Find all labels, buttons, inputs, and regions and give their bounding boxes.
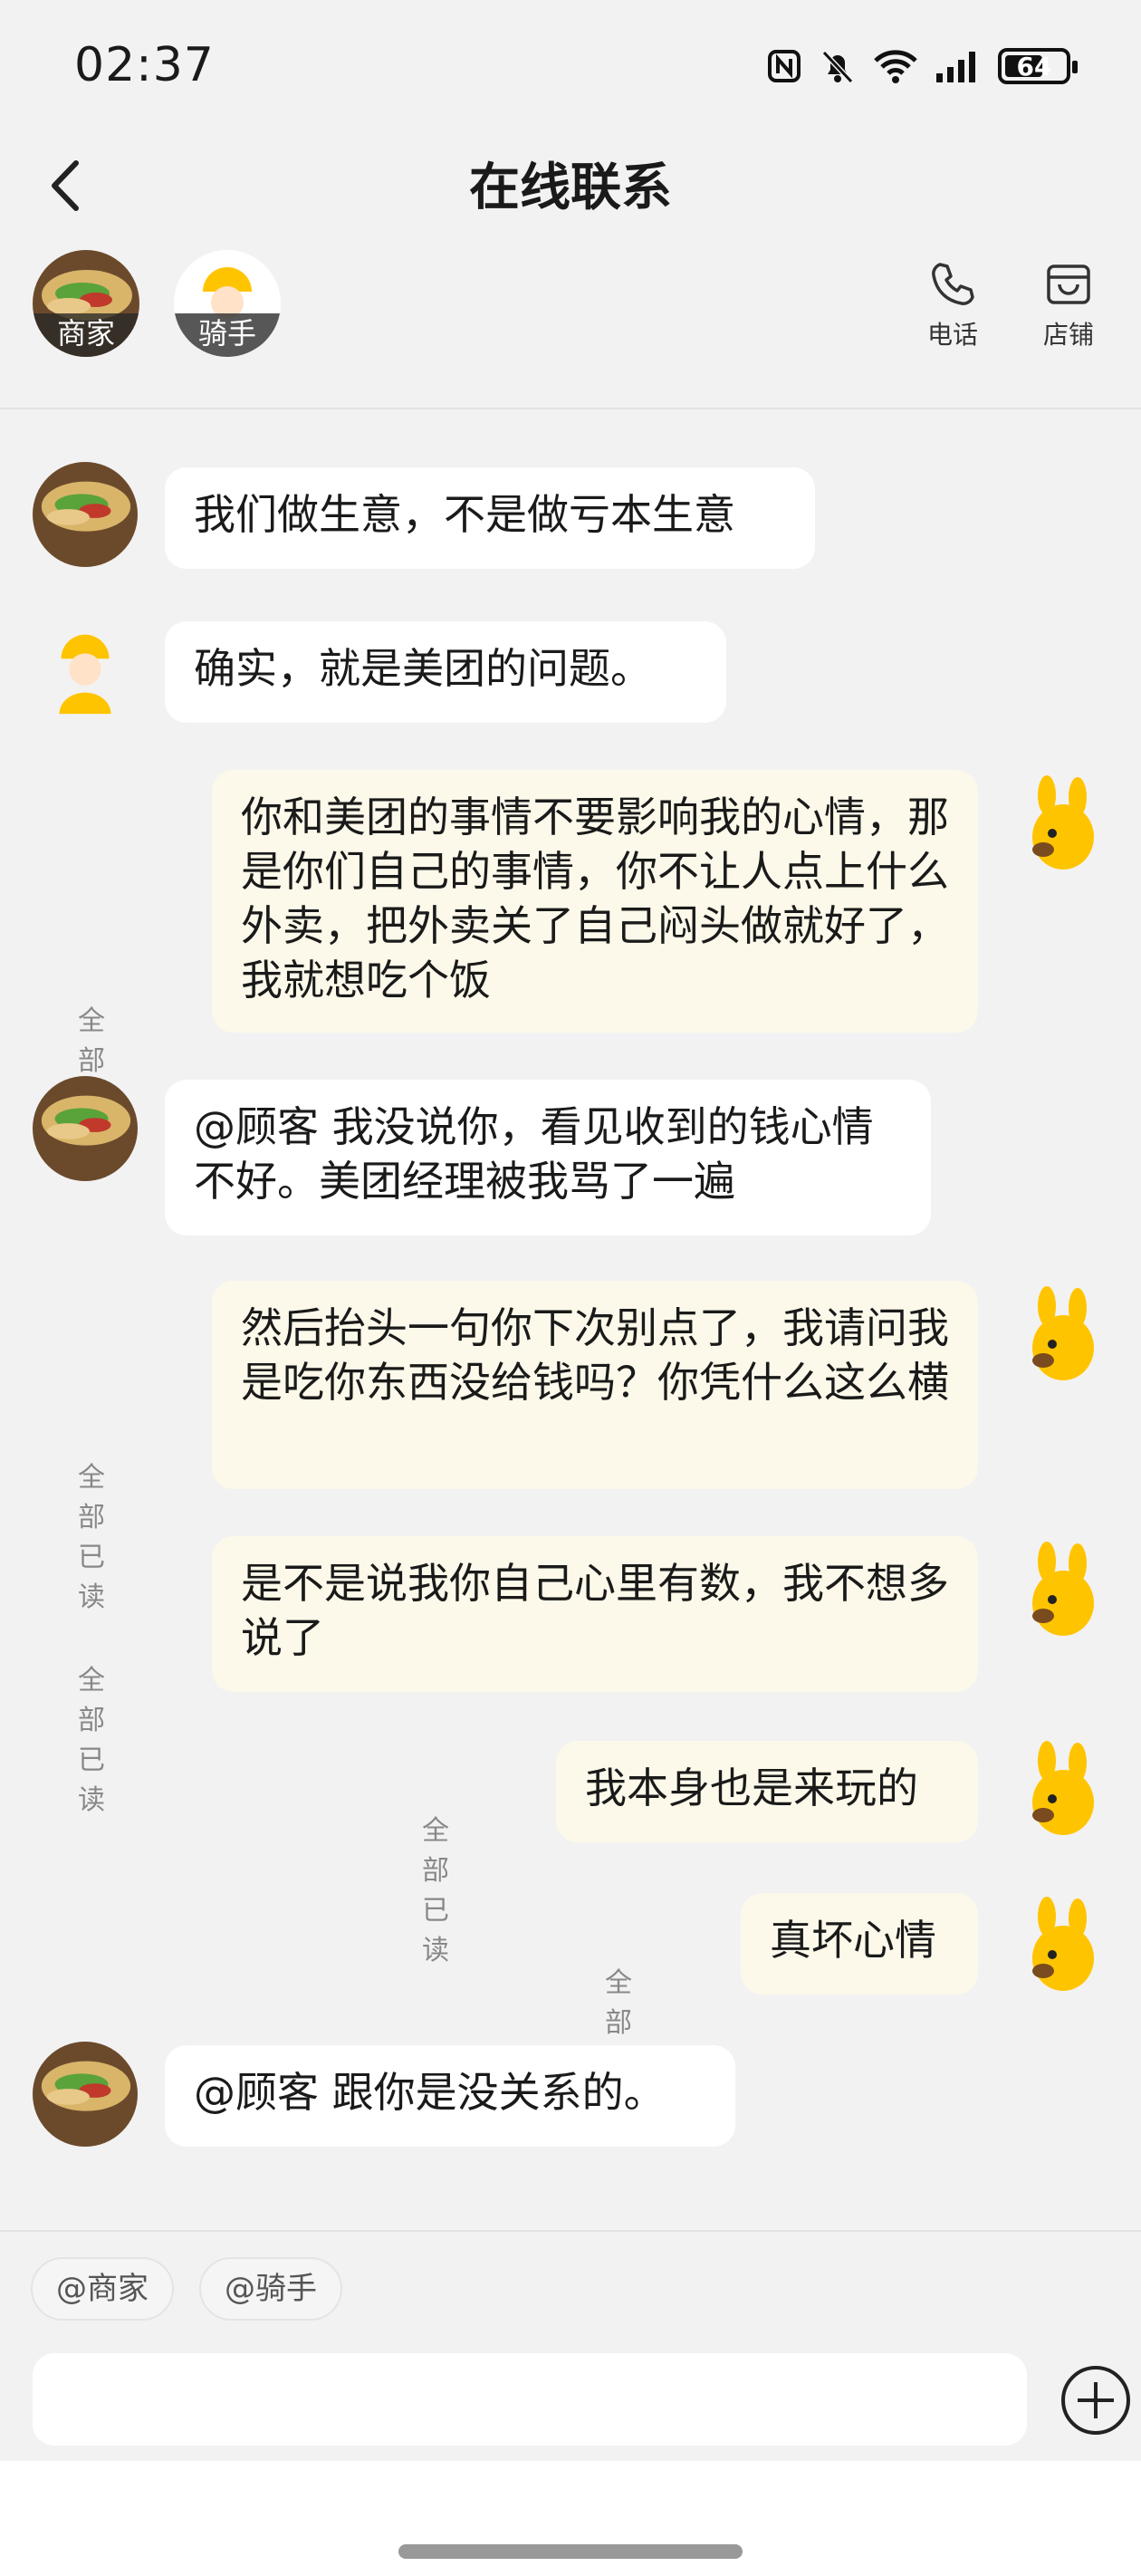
merchant-avatar[interactable]	[33, 2042, 138, 2147]
phone-label: 电话	[926, 320, 978, 350]
mention-merchant-chip[interactable]: @商家	[31, 2257, 174, 2321]
nav-header: 在线联系	[0, 136, 1141, 235]
customer-avatar[interactable]	[1007, 1284, 1112, 1389]
read-status: 全部已读	[422, 1815, 449, 1966]
rider-contact-avatar[interactable]: 骑手	[174, 250, 281, 357]
message-bubble[interactable]: 确实，就是美团的问题。	[165, 621, 726, 723]
page-title: 在线联系	[469, 159, 672, 217]
compose-bar: @商家 @骑手	[0, 2230, 1141, 2463]
merchant-avatar[interactable]	[33, 462, 138, 567]
battery-level: 64	[1016, 51, 1052, 82]
rider-avatar-image	[33, 618, 138, 723]
merchant-avatar[interactable]	[33, 1076, 138, 1181]
yellow-dog-avatar-image	[1007, 1739, 1112, 1844]
mute-bell-icon	[821, 50, 854, 84]
food-avatar-image	[33, 462, 138, 567]
message-bubble[interactable]: 我本身也是来玩的	[556, 1741, 978, 1842]
wifi-icon	[874, 50, 917, 83]
customer-avatar[interactable]	[1007, 774, 1112, 879]
contact-label-rider: 骑手	[174, 313, 281, 357]
customer-avatar[interactable]	[1007, 1540, 1112, 1645]
customer-avatar[interactable]	[1007, 1895, 1112, 2000]
store-label: 店铺	[1042, 320, 1094, 350]
message-bubble[interactable]: 然后抬头一句你下次别点了，我请问我是吃你东西没给钱吗？你凭什么这么横	[212, 1281, 978, 1489]
read-status: 全部已读	[78, 1665, 105, 1816]
battery-icon: 64	[998, 48, 1078, 84]
status-bar: 02:37 64	[0, 0, 1141, 136]
chat-list[interactable]: 我们做生意，不是做亏本生意 确实，就是美团的问题。 全部已读 你和美团的事情不要…	[0, 409, 1141, 2147]
message-bubble[interactable]: 是不是说我你自己心里有数，我不想多说了	[212, 1536, 978, 1692]
signal-icon	[936, 52, 975, 82]
store-icon	[1047, 264, 1090, 304]
yellow-dog-avatar-image	[1007, 1540, 1112, 1645]
read-status: 全部已读	[78, 1462, 105, 1613]
plus-circle-icon[interactable]	[1060, 2364, 1132, 2437]
phone-icon	[932, 263, 974, 305]
message-bubble[interactable]: 你和美团的事情不要影响我的心情，那是你们自己的事情，你不让人点上什么外卖，把外卖…	[212, 770, 978, 1033]
food-avatar-image	[33, 2042, 138, 2147]
message-bubble[interactable]: @顾客 跟你是没关系的。	[165, 2045, 735, 2147]
customer-avatar[interactable]	[1007, 1739, 1112, 1844]
yellow-dog-avatar-image	[1007, 1284, 1112, 1389]
phone-button[interactable]: 电话	[907, 259, 998, 351]
yellow-dog-avatar-image	[1007, 1895, 1112, 2000]
status-icons: 64	[766, 47, 1078, 85]
food-avatar-image	[33, 1076, 138, 1181]
store-button[interactable]: 店铺	[1023, 259, 1114, 351]
mention-rider-chip[interactable]: @骑手	[199, 2257, 342, 2321]
message-bubble[interactable]: @顾客 我没说你，看见收到的钱心情不好。美团经理被我骂了一遍	[165, 1080, 931, 1235]
message-bubble[interactable]: 我们做生意，不是做亏本生意	[165, 467, 815, 569]
message-bubble[interactable]: 真坏心情	[741, 1893, 978, 1994]
message-input[interactable]	[33, 2353, 1027, 2446]
yellow-dog-avatar-image	[1007, 774, 1112, 879]
status-time: 02:37	[74, 38, 215, 92]
home-indicator-area	[0, 2461, 1141, 2576]
merchant-contact-avatar[interactable]: 商家	[33, 250, 139, 357]
rider-avatar[interactable]	[33, 618, 138, 723]
contact-row: 商家 骑手 电话 店铺	[0, 245, 1141, 409]
home-indicator[interactable]	[398, 2544, 743, 2559]
contact-label-merchant: 商家	[33, 313, 139, 357]
nfc-icon	[768, 50, 801, 82]
